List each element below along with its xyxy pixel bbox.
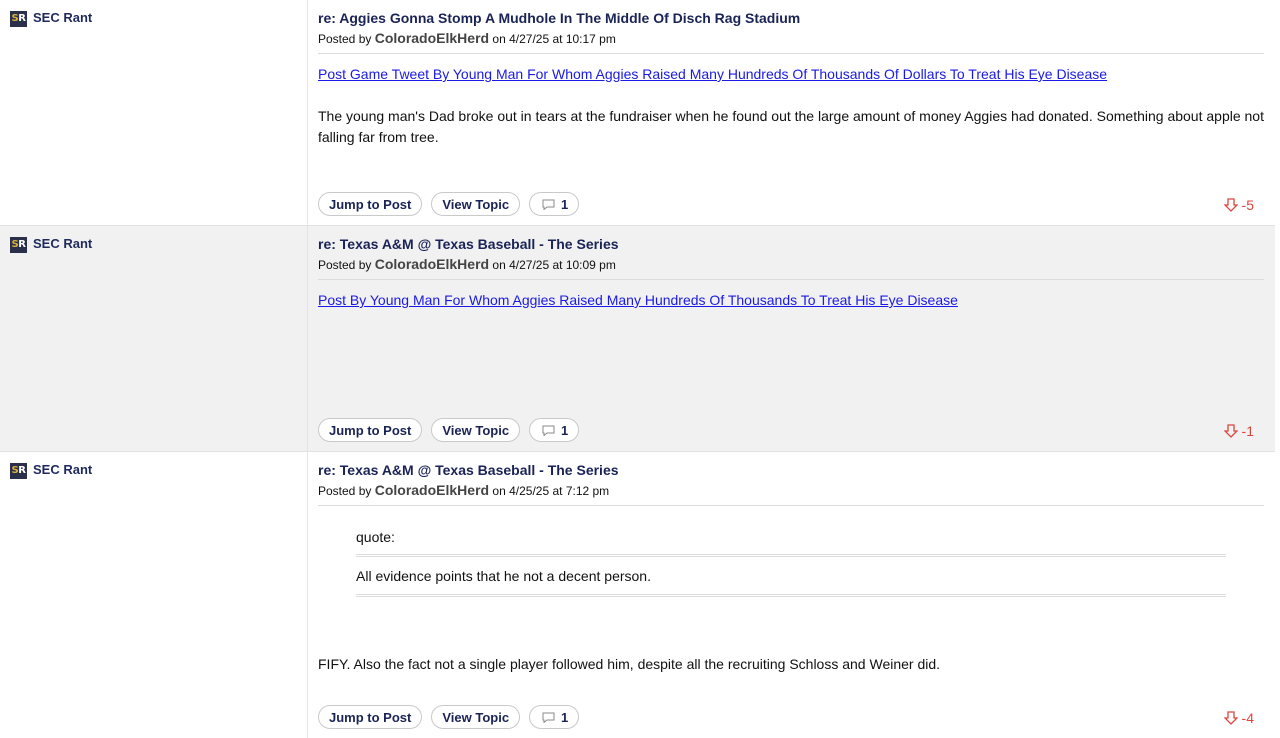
comments-button[interactable]: 1 (529, 705, 580, 729)
speech-bubble-icon (542, 199, 555, 210)
jump-to-post-button[interactable]: Jump to Post (318, 192, 423, 216)
jump-to-post-button[interactable]: Jump to Post (318, 705, 423, 729)
post-body: FIFY. Also the fact not a single player … (318, 656, 941, 672)
view-topic-button[interactable]: View Topic (431, 705, 521, 729)
post-link[interactable]: Post By Young Man For Whom Aggies Raised… (318, 291, 958, 309)
post-feed: SR SEC Rant re: Aggies Gonna Stomp A Mud… (0, 0, 1275, 738)
post-content: re: Aggies Gonna Stomp A Mudhole In The … (308, 0, 1275, 225)
posted-by-label: Posted by (318, 484, 372, 498)
post-title[interactable]: re: Aggies Gonna Stomp A Mudhole In The … (318, 8, 1264, 27)
vote-score: -4 (1241, 710, 1254, 726)
post-content: re: Texas A&M @ Texas Baseball - The Ser… (308, 452, 1275, 738)
post-date: on 4/27/25 at 10:17 pm (492, 32, 616, 46)
speech-bubble-icon (542, 425, 555, 436)
post-actions: Jump to Post View Topic 1 (318, 192, 580, 216)
post-content: re: Texas A&M @ Texas Baseball - The Ser… (308, 226, 1275, 451)
vote-widget[interactable]: -5 (1223, 197, 1254, 213)
thumbs-down-icon[interactable] (1223, 424, 1238, 438)
post-item: SR SEC Rant re: Aggies Gonna Stomp A Mud… (0, 0, 1275, 226)
view-topic-button[interactable]: View Topic (431, 192, 521, 216)
vote-widget[interactable]: -1 (1223, 423, 1254, 439)
speech-bubble-icon (542, 712, 555, 723)
comment-count: 1 (561, 709, 569, 725)
sec-rant-logo-icon: SR (10, 11, 27, 27)
vote-score: -1 (1241, 423, 1254, 439)
post-date: on 4/25/25 at 7:12 pm (492, 484, 610, 498)
posted-by-label: Posted by (318, 258, 372, 272)
author-name[interactable]: ColoradoElkHerd (375, 30, 489, 46)
post-byline: Posted by ColoradoElkHerd on 4/27/25 at … (318, 256, 1264, 280)
post-title[interactable]: re: Texas A&M @ Texas Baseball - The Ser… (318, 234, 1264, 253)
post-date: on 4/27/25 at 10:09 pm (492, 258, 616, 272)
posted-by-label: Posted by (318, 32, 372, 46)
sec-rant-logo-icon: SR (10, 463, 27, 479)
quote-text: All evidence points that he not a decent… (356, 557, 1226, 597)
thumbs-down-icon[interactable] (1223, 711, 1238, 725)
post-byline: Posted by ColoradoElkHerd on 4/27/25 at … (318, 30, 1264, 54)
post-title[interactable]: re: Texas A&M @ Texas Baseball - The Ser… (318, 460, 1264, 479)
author-name[interactable]: ColoradoElkHerd (375, 482, 489, 498)
post-actions: Jump to Post View Topic 1 (318, 418, 580, 442)
vote-score: -5 (1241, 197, 1254, 213)
post-board-column: SR SEC Rant (0, 0, 308, 225)
author-name[interactable]: ColoradoElkHerd (375, 256, 489, 272)
jump-to-post-button[interactable]: Jump to Post (318, 418, 423, 442)
comment-count: 1 (561, 422, 569, 438)
board-name[interactable]: SEC Rant (33, 236, 92, 252)
sec-rant-logo-icon: SR (10, 237, 27, 253)
comments-button[interactable]: 1 (529, 418, 580, 442)
comments-button[interactable]: 1 (529, 192, 580, 216)
thumbs-down-icon[interactable] (1223, 198, 1238, 212)
post-board-column: SR SEC Rant (0, 226, 308, 451)
post-board-column: SR SEC Rant (0, 452, 308, 738)
vote-widget[interactable]: -4 (1223, 710, 1254, 726)
post-link[interactable]: Post Game Tweet By Young Man For Whom Ag… (318, 65, 1107, 83)
board-name[interactable]: SEC Rant (33, 462, 92, 478)
view-topic-button[interactable]: View Topic (431, 418, 521, 442)
post-byline: Posted by ColoradoElkHerd on 4/25/25 at … (318, 482, 1264, 506)
post-actions: Jump to Post View Topic 1 (318, 705, 580, 729)
quote-block: quote: All evidence points that he not a… (356, 528, 1226, 597)
post-body: The young man's Dad broke out in tears a… (318, 108, 1264, 145)
quote-label: quote: (356, 528, 1226, 557)
comment-count: 1 (561, 196, 569, 212)
board-name[interactable]: SEC Rant (33, 10, 92, 26)
post-item: SR SEC Rant re: Texas A&M @ Texas Baseba… (0, 452, 1275, 738)
post-item: SR SEC Rant re: Texas A&M @ Texas Baseba… (0, 226, 1275, 452)
